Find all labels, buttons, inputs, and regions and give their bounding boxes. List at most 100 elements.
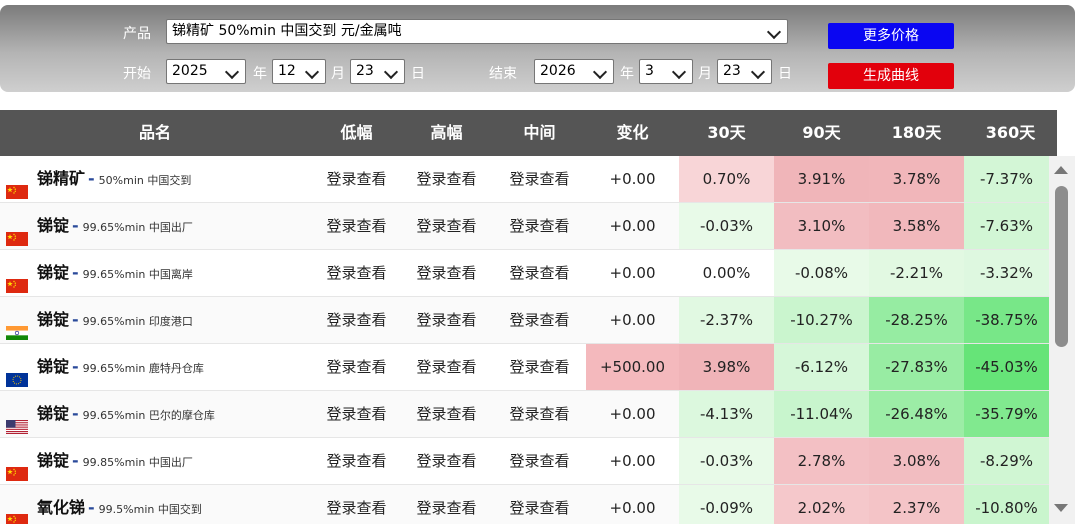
product-name-link[interactable]: 锑锭 -99.65%min 印度港口 xyxy=(37,297,193,345)
product-spec: 99.65%min 中国离岸 xyxy=(82,268,193,281)
low-value[interactable]: 登录查看 xyxy=(310,156,403,202)
change-90d: -11.04% xyxy=(774,391,869,437)
low-value[interactable]: 登录查看 xyxy=(310,391,403,437)
header-mid[interactable]: 中间 xyxy=(493,110,586,156)
low-value[interactable]: 登录查看 xyxy=(310,297,403,343)
change-360d: -10.80% xyxy=(964,485,1049,524)
product-spec: 99.65%min 鹿特丹仓库 xyxy=(82,362,204,375)
scrollbar-thumb[interactable] xyxy=(1055,186,1068,347)
table-row[interactable]: 氧化锑 -99.5%min 中国交到 登录查看 登录查看 登录查看 +0.00 -0.09%… xyxy=(0,485,1049,524)
header-low[interactable]: 低幅 xyxy=(310,110,403,156)
product-name-cell[interactable]: 锑锭 -99.85%min 中国出厂 xyxy=(0,438,310,484)
table-row[interactable]: 锑锭 -99.85%min 中国出厂 登录查看 登录查看 登录查看 +0.00 -0.03%… xyxy=(0,438,1049,485)
change-30d: -4.13% xyxy=(679,391,774,437)
table-row[interactable]: 锑锭 -99.65%min 鹿特丹仓库 登录查看 登录查看 登录查看 +500.00 3.9… xyxy=(0,344,1049,391)
month-unit-label: 月 xyxy=(331,66,345,82)
chevron-down-icon xyxy=(592,64,608,80)
end-day-select[interactable]: 23 xyxy=(717,59,772,84)
start-year-select[interactable]: 2025 xyxy=(166,59,246,84)
mid-value[interactable]: 登录查看 xyxy=(493,156,586,202)
change-30d: 0.00% xyxy=(679,250,774,296)
product-name-link[interactable]: 锑锭 -99.65%min 鹿特丹仓库 xyxy=(37,344,204,392)
year-unit-label: 年 xyxy=(620,66,634,82)
table-row[interactable]: 锑锭 -99.65%min 巴尔的摩仓库 登录查看 登录查看 登录查看 +0.00 -4.1… xyxy=(0,391,1049,438)
change-30d: -0.03% xyxy=(679,203,774,249)
header-360d[interactable]: 360天 xyxy=(964,110,1057,156)
table-row[interactable]: 锑锭 -99.65%min 中国离岸 登录查看 登录查看 登录查看 +0.00 0.00% -… xyxy=(0,250,1049,297)
product-name-link[interactable]: 锑锭 -99.65%min 中国离岸 xyxy=(37,250,193,298)
change-value: +0.00 xyxy=(609,264,656,282)
mid-value[interactable]: 登录查看 xyxy=(493,297,586,343)
mid-value[interactable]: 登录查看 xyxy=(493,203,586,249)
name-separator: - xyxy=(88,498,95,517)
scroll-up-arrow-icon[interactable] xyxy=(1054,166,1068,174)
change-180d: 3.58% xyxy=(869,203,964,249)
generate-curve-button[interactable]: 生成曲线 xyxy=(828,63,954,89)
high-value[interactable]: 登录查看 xyxy=(400,485,493,524)
change-360d: -7.37% xyxy=(964,156,1049,202)
start-day-value: 23 xyxy=(356,63,374,79)
product-name-cell[interactable]: 锑锭 -99.65%min 鹿特丹仓库 xyxy=(0,344,310,390)
product-select[interactable]: 锑精矿 50%min 中国交到 元/金属吨 xyxy=(166,19,788,44)
product-name: 锑锭 xyxy=(37,357,70,376)
change-value: +500.00 xyxy=(586,344,679,390)
start-day-select[interactable]: 23 xyxy=(350,59,405,84)
mid-value[interactable]: 登录查看 xyxy=(493,250,586,296)
high-value[interactable]: 登录查看 xyxy=(400,391,493,437)
change-value: +0.00 xyxy=(609,170,656,188)
product-name-cell[interactable]: 锑精矿 -50%min 中国交到 xyxy=(0,156,310,202)
vertical-scrollbar[interactable] xyxy=(1049,156,1075,524)
low-value[interactable]: 登录查看 xyxy=(310,344,403,390)
name-separator: - xyxy=(72,216,79,235)
product-name-link[interactable]: 锑锭 -99.85%min 中国出厂 xyxy=(37,438,193,486)
header-90d[interactable]: 90天 xyxy=(774,110,869,156)
high-value[interactable]: 登录查看 xyxy=(400,156,493,202)
product-name-link[interactable]: 锑锭 -99.65%min 中国出厂 xyxy=(37,203,193,251)
product-spec: 99.65%min 巴尔的摩仓库 xyxy=(82,409,215,422)
product-name-link[interactable]: 氧化锑 -99.5%min 中国交到 xyxy=(37,485,202,524)
header-30d[interactable]: 30天 xyxy=(679,110,774,156)
low-value[interactable]: 登录查看 xyxy=(310,203,403,249)
product-name-cell[interactable]: 锑锭 -99.65%min 印度港口 xyxy=(0,297,310,343)
high-value[interactable]: 登录查看 xyxy=(400,438,493,484)
product-name-cell[interactable]: 锑锭 -99.65%min 中国出厂 xyxy=(0,203,310,249)
low-value[interactable]: 登录查看 xyxy=(310,485,403,524)
price-table: 品名 低幅 高幅 中间 变化 30天 90天 180天 360天 锑精矿 -50%… xyxy=(0,110,1080,524)
change-360d: -7.63% xyxy=(964,203,1049,249)
table-row[interactable]: 锑锭 -99.65%min 中国出厂 登录查看 登录查看 登录查看 +0.00 -0.03%… xyxy=(0,203,1049,250)
chevron-down-icon xyxy=(750,64,766,80)
china-flag-icon xyxy=(6,171,28,199)
product-name-cell[interactable]: 锑锭 -99.65%min 中国离岸 xyxy=(0,250,310,296)
header-name[interactable]: 品名 xyxy=(0,110,310,156)
change-360d: -8.29% xyxy=(964,438,1049,484)
china-flag-icon xyxy=(6,453,28,481)
chevron-down-icon xyxy=(224,64,240,80)
product-name-link[interactable]: 锑锭 -99.65%min 巴尔的摩仓库 xyxy=(37,391,215,439)
mid-value[interactable]: 登录查看 xyxy=(493,485,586,524)
header-180d[interactable]: 180天 xyxy=(869,110,964,156)
product-name-cell[interactable]: 氧化锑 -99.5%min 中国交到 xyxy=(0,485,310,524)
scroll-down-arrow-icon[interactable] xyxy=(1054,504,1068,512)
end-month-select[interactable]: 3 xyxy=(639,59,693,84)
high-value[interactable]: 登录查看 xyxy=(400,297,493,343)
mid-value[interactable]: 登录查看 xyxy=(493,438,586,484)
low-value[interactable]: 登录查看 xyxy=(310,250,403,296)
mid-value[interactable]: 登录查看 xyxy=(493,344,586,390)
table-row[interactable]: 锑锭 -99.65%min 印度港口 登录查看 登录查看 登录查看 +0.00 -2.37%… xyxy=(0,297,1049,344)
change-90d: -10.27% xyxy=(774,297,869,343)
start-month-select[interactable]: 12 xyxy=(272,59,326,84)
high-value[interactable]: 登录查看 xyxy=(400,250,493,296)
low-value[interactable]: 登录查看 xyxy=(310,438,403,484)
product-name-cell[interactable]: 锑锭 -99.65%min 巴尔的摩仓库 xyxy=(0,391,310,437)
more-prices-button[interactable]: 更多价格 xyxy=(828,23,954,49)
high-value[interactable]: 登录查看 xyxy=(400,203,493,249)
day-unit-label: 日 xyxy=(411,66,425,82)
end-year-select[interactable]: 2026 xyxy=(534,59,614,84)
header-change[interactable]: 变化 xyxy=(586,110,679,156)
header-high[interactable]: 高幅 xyxy=(400,110,493,156)
name-separator: - xyxy=(72,357,79,376)
table-row[interactable]: 锑精矿 -50%min 中国交到 登录查看 登录查看 登录查看 +0.00 0.70% 3.9… xyxy=(0,156,1049,203)
high-value[interactable]: 登录查看 xyxy=(400,344,493,390)
mid-value[interactable]: 登录查看 xyxy=(493,391,586,437)
product-name-link[interactable]: 锑精矿 -50%min 中国交到 xyxy=(37,156,191,204)
